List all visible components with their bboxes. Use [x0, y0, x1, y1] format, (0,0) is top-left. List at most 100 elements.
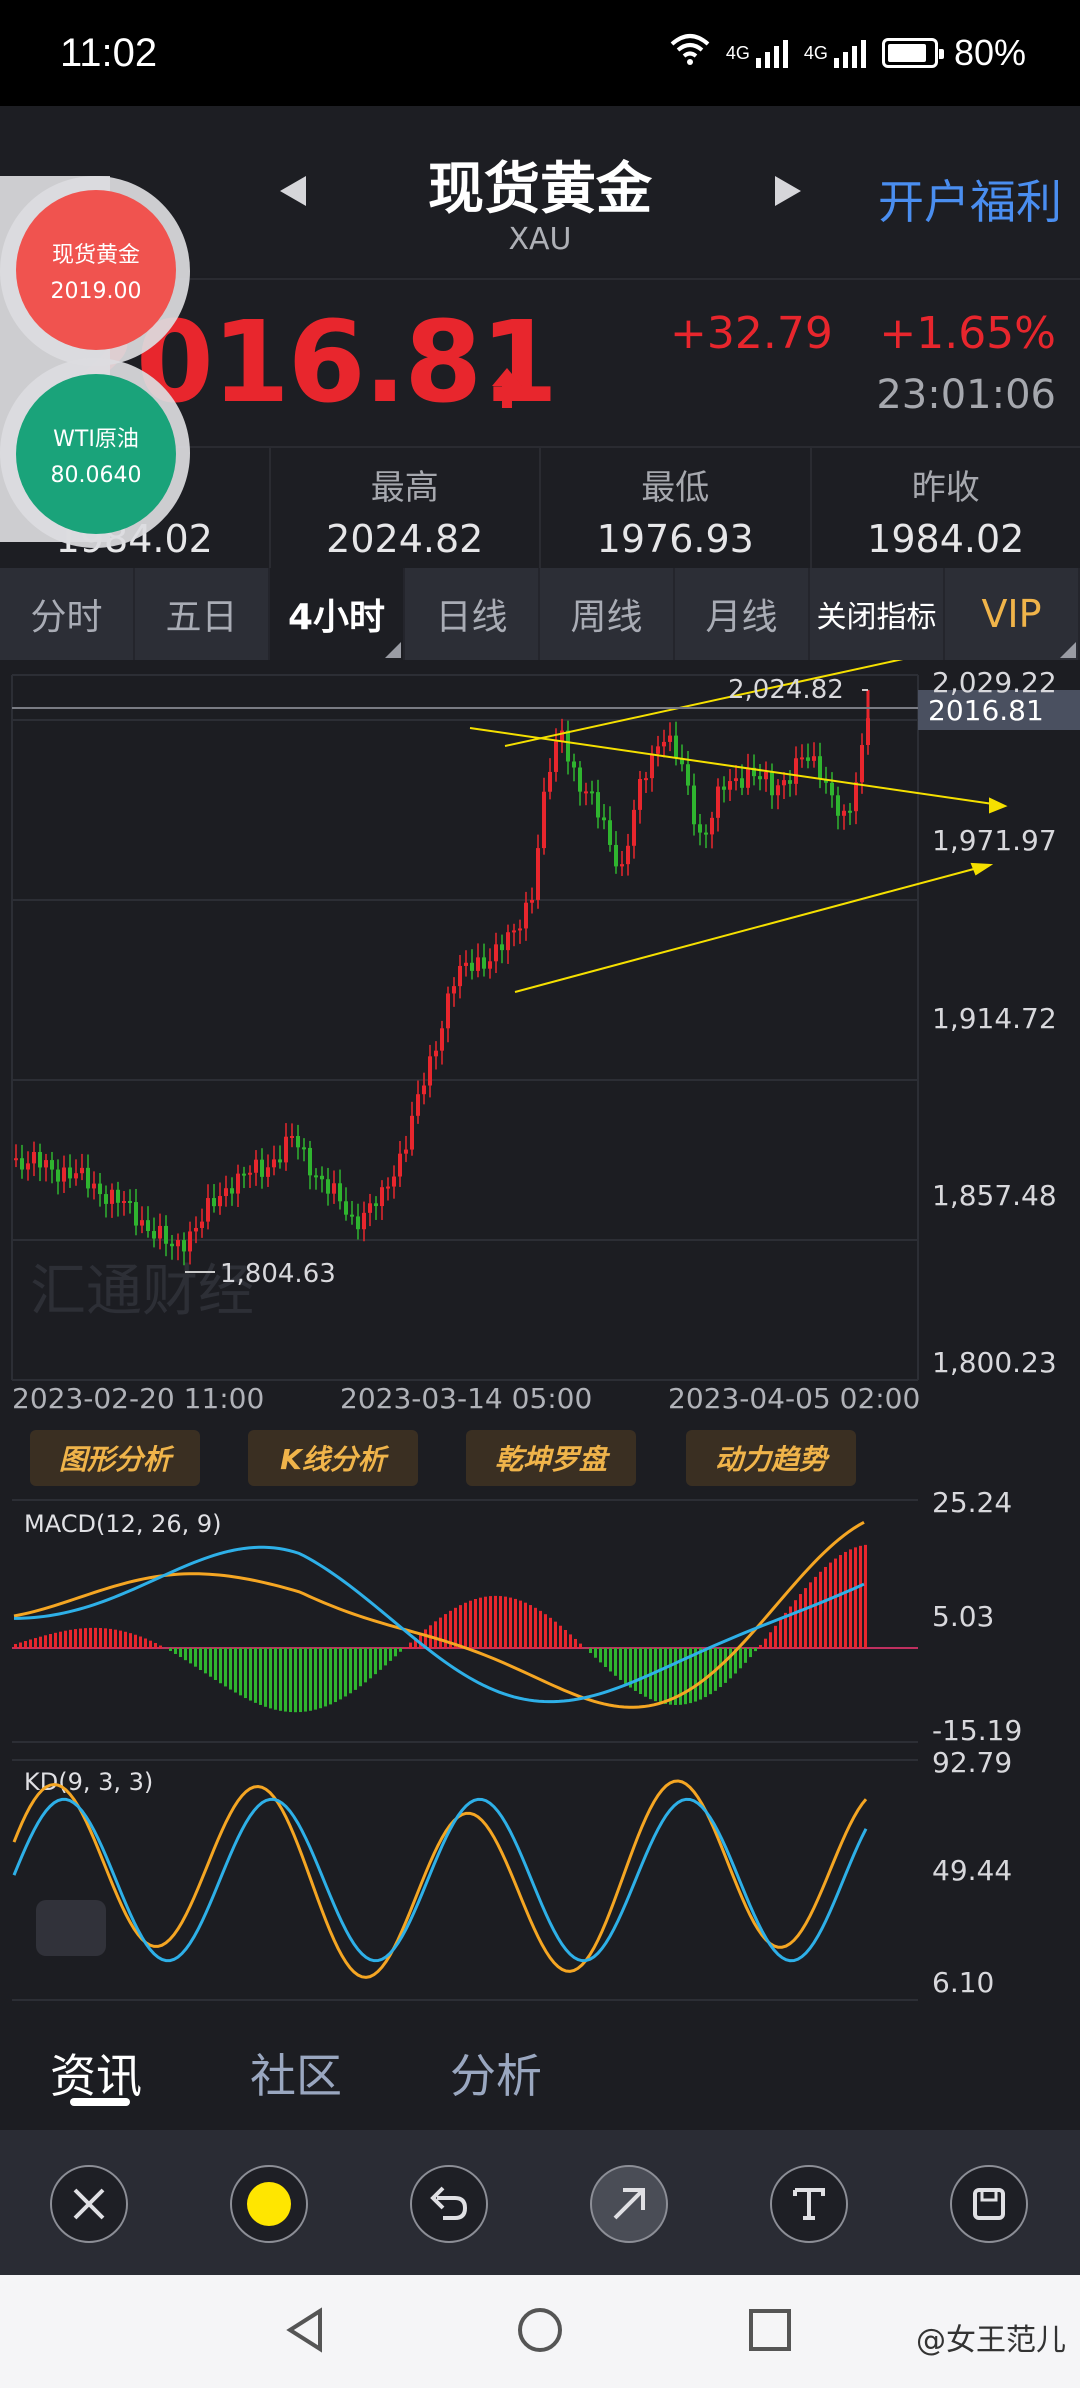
- candle-body: [284, 1136, 288, 1163]
- candle-body: [482, 957, 486, 969]
- candle-body: [44, 1160, 48, 1168]
- kd-tick: 6.10: [932, 1966, 994, 1999]
- close-icon[interactable]: [50, 2165, 128, 2243]
- macd-bar: [94, 1627, 97, 1648]
- macd-bar: [179, 1648, 182, 1658]
- macd-bar: [764, 1638, 767, 1648]
- candle-body: [620, 864, 624, 867]
- candle-body: [74, 1173, 78, 1179]
- stat-value: 2024.82: [326, 517, 484, 561]
- chart-area[interactable]: 汇通财经 2,024.82 1,804.63 2016.81 2,029.22 …: [0, 660, 1080, 2010]
- macd-bar: [699, 1648, 702, 1700]
- toggle-indicators-button[interactable]: 关闭指标: [810, 568, 945, 660]
- macd-bar: [274, 1648, 277, 1710]
- compass-button[interactable]: 乾坤罗盘: [466, 1430, 636, 1486]
- macd-bar: [199, 1648, 202, 1671]
- candle-body: [242, 1173, 246, 1176]
- tab-analysis[interactable]: 分析: [450, 2040, 542, 2106]
- candle-body: [254, 1159, 258, 1173]
- candle-body: [50, 1160, 54, 1170]
- price-chart[interactable]: 汇通财经 2,024.82 1,804.63 2016.81 2,029.22 …: [0, 660, 1080, 2010]
- candle-body: [452, 986, 456, 994]
- candle-body: [320, 1175, 324, 1180]
- macd-bar: [54, 1632, 57, 1648]
- candle-body: [194, 1227, 198, 1232]
- macd-bar: [384, 1648, 387, 1666]
- tab-monthly[interactable]: 月线: [675, 568, 810, 660]
- macd-bar: [664, 1648, 667, 1704]
- arrow-line-tool-icon[interactable]: [590, 2165, 668, 2243]
- active-tab-indicator: [70, 2098, 130, 2106]
- x-tick: 2023-02-20 11:00: [12, 1382, 264, 1415]
- recents-icon[interactable]: [745, 2305, 795, 2355]
- tab-timeshare[interactable]: 分时: [0, 568, 135, 660]
- macd-bar: [644, 1648, 647, 1697]
- tab-weekly[interactable]: 周线: [540, 568, 675, 660]
- macd-bar: [149, 1640, 152, 1648]
- next-symbol-button[interactable]: [775, 176, 801, 206]
- tab-4hour[interactable]: 4小时: [270, 568, 405, 660]
- open-account-promo-link[interactable]: 开户福利: [878, 166, 1062, 232]
- save-icon[interactable]: [950, 2165, 1028, 2243]
- macd-bar: [779, 1619, 782, 1648]
- candle-body: [704, 832, 708, 835]
- kline-analysis-button[interactable]: K线分析: [248, 1430, 418, 1486]
- tab-community[interactable]: 社区: [250, 2040, 342, 2106]
- macd-bar: [339, 1648, 342, 1700]
- candle-body: [290, 1136, 294, 1139]
- home-icon[interactable]: [515, 2305, 565, 2355]
- candle-body: [722, 786, 726, 790]
- stat-high: 最高 2024.82: [271, 448, 541, 568]
- shape-analysis-button[interactable]: 图形分析: [30, 1430, 200, 1486]
- vip-button[interactable]: VIP: [945, 568, 1080, 660]
- macd-bar: [314, 1648, 317, 1710]
- floating-quote-oil[interactable]: WTI原油 80.0640: [16, 374, 176, 534]
- candle-body: [314, 1175, 318, 1178]
- x-tick: 2023-04-05 02:00: [668, 1382, 920, 1415]
- candle-body: [434, 1050, 438, 1057]
- undo-icon[interactable]: [410, 2165, 488, 2243]
- macd-bar: [219, 1648, 222, 1684]
- macd-bar: [34, 1638, 37, 1648]
- macd-bar: [574, 1638, 577, 1648]
- candle-body: [806, 757, 810, 761]
- candle-body: [764, 771, 768, 780]
- macd-bar: [539, 1610, 542, 1648]
- candle-body: [344, 1201, 348, 1215]
- macd-bar: [79, 1628, 82, 1648]
- stat-label: 昨收: [911, 468, 980, 508]
- macd-bar: [169, 1648, 172, 1652]
- macd-bar: [819, 1571, 822, 1648]
- tab-news[interactable]: 资讯: [50, 2040, 142, 2106]
- kd-tick: 49.44: [932, 1854, 1012, 1887]
- macd-bar: [499, 1596, 502, 1648]
- macd-bar: [114, 1629, 117, 1648]
- floating-quote-price: 2019.00: [50, 278, 142, 304]
- macd-bar: [249, 1648, 252, 1701]
- back-icon[interactable]: [280, 2305, 330, 2355]
- macd-bar: [109, 1628, 112, 1648]
- candle-body: [104, 1194, 108, 1204]
- macd-bar: [269, 1648, 272, 1709]
- candle-body: [212, 1198, 216, 1207]
- macd-bar: [854, 1547, 857, 1648]
- macd-bar: [184, 1648, 187, 1661]
- drawing-toggle-icon[interactable]: [36, 1900, 106, 1956]
- color-picker-button[interactable]: [230, 2165, 308, 2243]
- momentum-trend-button[interactable]: 动力趋势: [686, 1430, 856, 1486]
- tab-daily[interactable]: 日线: [405, 568, 540, 660]
- macd-bar: [759, 1644, 762, 1648]
- text-tool-icon[interactable]: [770, 2165, 848, 2243]
- candle-body: [158, 1225, 162, 1239]
- macd-bar: [14, 1643, 17, 1648]
- candle-body: [566, 730, 570, 762]
- content-tabs: 资讯 社区 分析: [0, 2010, 1080, 2130]
- status-icons: 4G 4G 80%: [670, 32, 1026, 75]
- macd-bar: [244, 1648, 247, 1699]
- macd-bar: [319, 1648, 322, 1709]
- macd-bar: [829, 1562, 832, 1648]
- candle-body: [518, 928, 522, 931]
- macd-bar: [849, 1549, 852, 1648]
- tab-five-day[interactable]: 五日: [135, 568, 270, 660]
- floating-quote-gold[interactable]: 现货黄金 2019.00: [16, 190, 176, 350]
